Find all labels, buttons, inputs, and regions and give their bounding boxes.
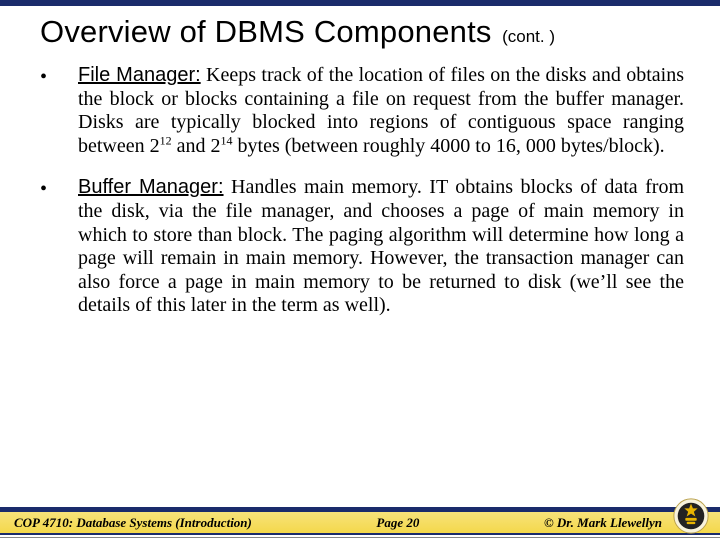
slide: Overview of DBMS Components (cont. ) • F…: [0, 0, 720, 540]
exponent: 12: [160, 133, 172, 147]
slide-body: • File Manager: Keeps track of the locat…: [0, 54, 720, 318]
bullet-paragraph: Buffer Manager: Handles main memory. IT …: [78, 176, 684, 318]
bottom-rule: [0, 537, 720, 538]
term-label: File Manager:: [78, 64, 201, 86]
list-item: • File Manager: Keeps track of the locat…: [40, 64, 684, 158]
bullet-text: and 2: [172, 135, 221, 157]
bullet-text: bytes (between roughly 4000 to 16, 000 b…: [233, 135, 665, 157]
footer-left: COP 4710: Database Systems (Introduction…: [14, 515, 252, 531]
term-label: Buffer Manager:: [78, 176, 224, 198]
slide-title-cont: (cont. ): [496, 27, 555, 46]
footer-page: Page 20: [252, 515, 544, 531]
ucf-logo-icon: [672, 497, 710, 535]
bullet-paragraph: File Manager: Keeps track of the locatio…: [78, 64, 684, 158]
slide-title: Overview of DBMS Components: [40, 14, 492, 49]
exponent: 14: [221, 133, 233, 147]
title-row: Overview of DBMS Components (cont. ): [0, 6, 720, 54]
bullet-mark: •: [40, 176, 52, 318]
list-item: • Buffer Manager: Handles main memory. I…: [40, 176, 684, 318]
bullet-mark: •: [40, 64, 52, 158]
slide-footer: COP 4710: Database Systems (Introduction…: [0, 507, 720, 535]
